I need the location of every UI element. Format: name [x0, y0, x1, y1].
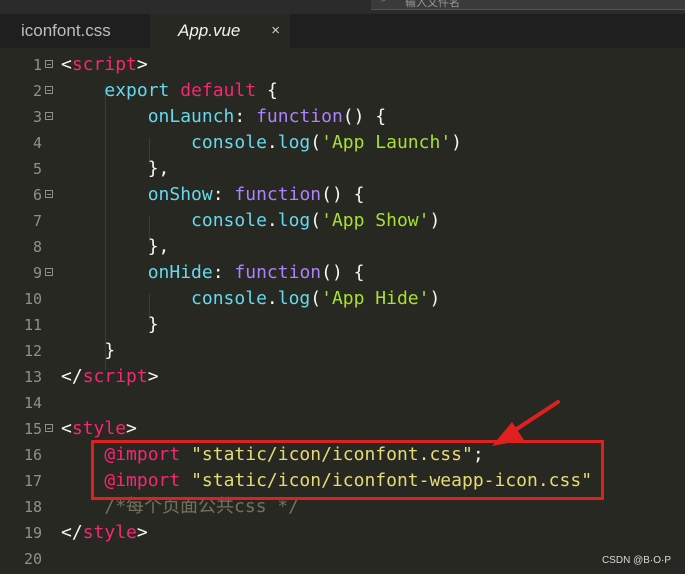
- watermark: CSDN @B·O·P: [601, 555, 671, 566]
- annotation-arrow-icon: [492, 400, 560, 446]
